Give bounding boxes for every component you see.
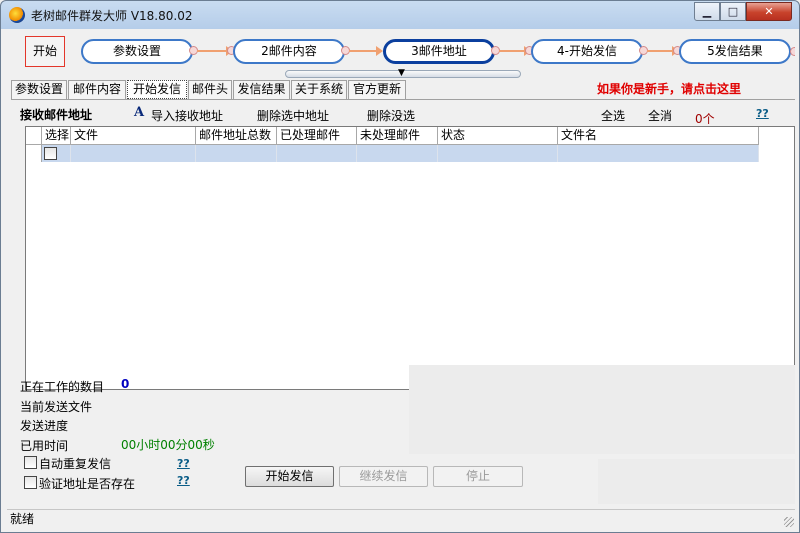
auto-resend-checkbox[interactable] — [24, 456, 37, 469]
tab-mail-header[interactable]: 邮件头 — [188, 80, 232, 99]
splitter-handle[interactable]: ▼ — [285, 68, 521, 78]
step-arrow-icon — [349, 46, 383, 56]
step-mail-content[interactable]: 2邮件内容 — [233, 39, 345, 64]
status-bar: 就绪 — [7, 509, 795, 528]
table-header: 选择 文件 邮件地址总数 已处理邮件 未处理邮件 状态 文件名 — [26, 127, 759, 145]
start-button[interactable]: 开始 — [25, 36, 65, 67]
progress-label: 发送进度 — [20, 419, 69, 433]
connector-dot — [790, 47, 795, 56]
window-title: 老树邮件群发大师 V18.80.02 — [31, 9, 193, 23]
minimize-icon: ▁ — [702, 5, 712, 18]
row-header — [26, 145, 42, 162]
step-arrow-icon — [197, 46, 233, 56]
col-status[interactable]: 状态 — [438, 127, 558, 145]
import-addresses-button[interactable]: 导入接收地址 — [151, 107, 223, 124]
row-select-checkbox[interactable] — [44, 147, 57, 160]
deselect-all-button[interactable]: 全消 — [648, 107, 672, 124]
auto-resend-label: 自动重复发信 — [39, 457, 112, 471]
verify-address-checkbox[interactable] — [24, 476, 37, 489]
stop-button[interactable]: 停止 — [433, 466, 523, 487]
address-count: 0个 — [695, 112, 715, 126]
close-button[interactable]: ✕ — [746, 2, 792, 21]
unprocessed-cell — [357, 145, 438, 162]
select-cell[interactable] — [42, 145, 71, 162]
working-count-value: 0 — [121, 377, 130, 391]
title-bar[interactable]: 老树邮件群发大师 V18.80.02 ▁ □ ✕ — [1, 1, 799, 29]
working-count-label: 正在工作的数目 — [20, 380, 105, 394]
row-header-corner — [26, 127, 42, 145]
verify-help-link[interactable]: ?? — [177, 474, 190, 487]
start-send-button[interactable]: 开始发信 — [245, 466, 334, 487]
filename-cell — [558, 145, 759, 162]
close-icon: ✕ — [764, 5, 774, 18]
status-text: 就绪 — [10, 512, 35, 526]
tab-divider — [11, 99, 795, 100]
app-logo-icon — [9, 7, 25, 23]
resize-grip-icon[interactable] — [784, 517, 794, 527]
col-processed[interactable]: 已处理邮件 — [277, 127, 357, 145]
minimize-button[interactable]: ▁ — [694, 2, 720, 21]
continue-send-button[interactable]: 继续发信 — [339, 466, 428, 487]
col-unprocessed[interactable]: 未处理邮件 — [357, 127, 438, 145]
import-icon[interactable]: A — [134, 105, 144, 120]
side-panel — [598, 459, 795, 504]
client-area: 开始 参数设置 2邮件内容 3邮件地址 4-开始发信 5发信结果 ▼ 参数设置 … — [7, 29, 795, 528]
tab-about[interactable]: 关于系统 — [291, 80, 347, 99]
newbie-help-link[interactable]: 如果你是新手，请点击这里 — [597, 80, 741, 97]
elapsed-label: 已用时间 — [20, 439, 69, 453]
step-send-result[interactable]: 5发信结果 — [679, 39, 791, 64]
col-select[interactable]: 选择 — [42, 127, 71, 145]
maximize-icon: □ — [727, 5, 739, 18]
tab-mail-content[interactable]: 邮件内容 — [68, 80, 126, 99]
step-params[interactable]: 参数设置 — [81, 39, 193, 64]
file-cell — [71, 145, 196, 162]
maximize-button[interactable]: □ — [720, 2, 746, 21]
tab-send-result[interactable]: 发信结果 — [233, 80, 290, 99]
auto-resend-help-link[interactable]: ?? — [177, 457, 190, 470]
processed-cell — [277, 145, 357, 162]
delete-selected-button[interactable]: 删除选中地址 — [257, 107, 329, 124]
address-file-table[interactable]: 选择 文件 邮件地址总数 已处理邮件 未处理邮件 状态 文件名 — [25, 126, 795, 390]
tab-start-send[interactable]: 开始发信 — [127, 80, 187, 99]
toolbar-help-link[interactable]: ?? — [756, 107, 769, 120]
log-panel — [409, 365, 795, 454]
status-cell — [438, 145, 558, 162]
current-file-label: 当前发送文件 — [20, 400, 93, 414]
tab-params[interactable]: 参数设置 — [11, 80, 67, 99]
chevron-down-icon: ▼ — [398, 68, 405, 78]
verify-address-label: 验证地址是否存在 — [39, 477, 136, 491]
col-file[interactable]: 文件 — [71, 127, 196, 145]
elapsed-value: 00小时00分00秒 — [121, 438, 215, 452]
step-start-send[interactable]: 4-开始发信 — [531, 39, 643, 64]
main-window: 老树邮件群发大师 V18.80.02 ▁ □ ✕ 开始 参数设置 2邮件内容 3… — [0, 0, 800, 533]
col-total[interactable]: 邮件地址总数 — [196, 127, 277, 145]
total-cell — [196, 145, 277, 162]
select-all-button[interactable]: 全选 — [601, 107, 625, 124]
table-row[interactable] — [26, 145, 759, 162]
step-mail-address[interactable]: 3邮件地址 — [383, 39, 495, 64]
col-filename[interactable]: 文件名 — [558, 127, 759, 145]
tab-official-update[interactable]: 官方更新 — [348, 80, 406, 99]
recipient-section-label: 接收邮件地址 — [20, 108, 93, 122]
delete-unselected-button[interactable]: 删除没选 — [367, 107, 415, 124]
